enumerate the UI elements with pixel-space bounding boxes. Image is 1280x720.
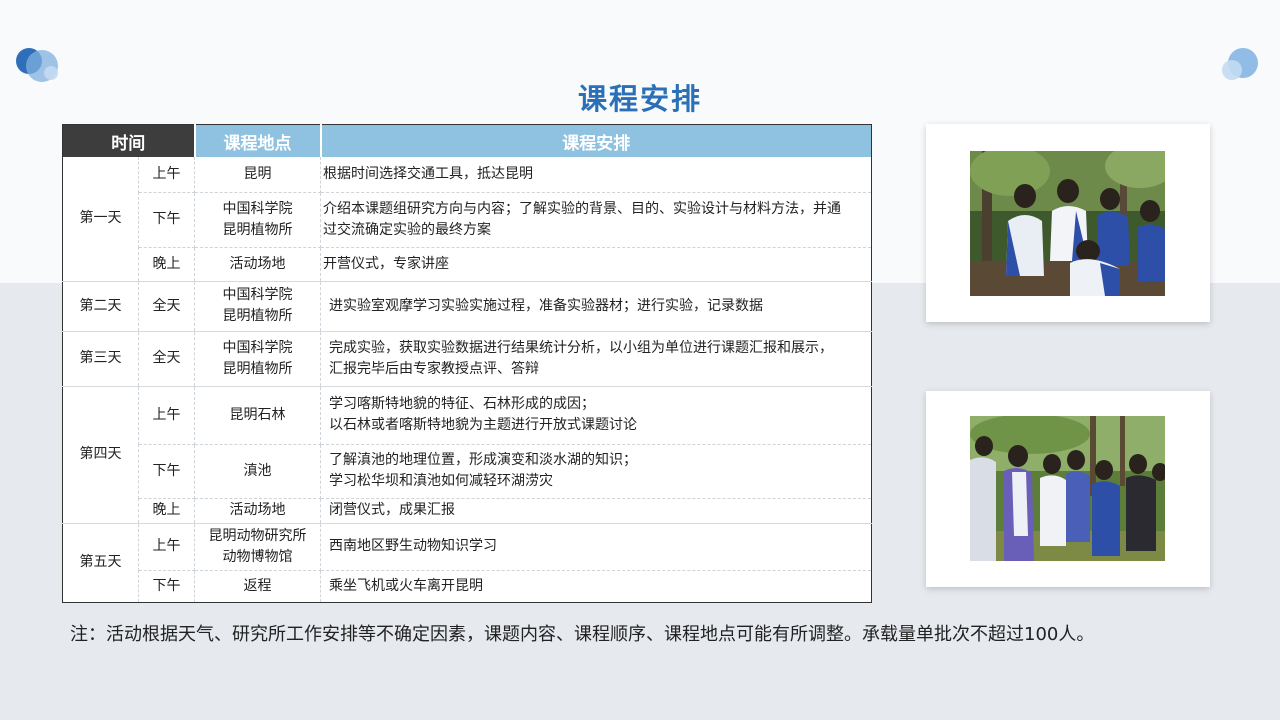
plan-cell: 进实验室观摩学习实验实施过程，准备实验器材；进行实验，记录数据 (320, 281, 872, 332)
table-row: 下午 返程 乘坐飞机或火车离开昆明 (63, 570, 872, 602)
header-time: 时间 (62, 124, 195, 157)
day-label: 第一天 (62, 157, 139, 282)
page-title: 课程安排 (577, 82, 702, 116)
table-row: 下午 中国科学院 昆明植物所 介绍本课题组研究方向与内容；了解实验的背景、目的、实… (63, 192, 872, 248)
table-row: 第五天 上午 昆明动物研究所 动物博物馆 西南地区野生动物知识学习 (62, 523, 872, 602)
slot-cell: 下午 (138, 444, 195, 499)
slot-cell: 晚上 (138, 247, 195, 282)
footnote: 注：活动根据天气、研究所工作安排等不确定因素，课题内容、课程顺序、课程地点可能有… (70, 624, 1095, 645)
day-label: 第二天 (62, 281, 139, 332)
table-header-row: 时间 课程地点 课程安排 (62, 124, 872, 157)
location-cell: 昆明 (194, 157, 321, 193)
location-cell: 中国科学院 昆明植物所 (194, 281, 321, 332)
table-row: 第四天 上午 昆明石林 学习喀斯特地貌的特征、石林形成的成因； 以石林或者喀斯特地… (62, 386, 872, 524)
day-label: 第四天 (62, 386, 139, 524)
header-plan: 课程安排 (319, 124, 872, 157)
plan-cell: 开营仪式，专家讲座 (320, 247, 872, 282)
location-cell: 昆明石林 (194, 386, 321, 445)
location-cell: 中国科学院 昆明植物所 (194, 192, 321, 248)
location-cell: 活动场地 (194, 247, 321, 282)
slot-cell: 下午 (138, 570, 195, 602)
schedule-table: 时间 课程地点 课程安排 第一天 上午 昆明 根据时间选择交通工具，抵达昆明 下… (62, 124, 872, 603)
table-row: 晚上 活动场地 闭营仪式，成果汇报 (63, 498, 872, 524)
photo-students-garden (970, 416, 1165, 561)
plan-cell: 闭营仪式，成果汇报 (320, 498, 872, 524)
location-cell: 活动场地 (194, 498, 321, 524)
plan-cell: 乘坐飞机或火车离开昆明 (320, 570, 872, 602)
plan-cell: 介绍本课题组研究方向与内容；了解实验的背景、目的、实验设计与材料方法，并通 过交流… (320, 192, 872, 248)
plan-cell: 完成实验，获取实验数据进行结果统计分析，以小组为单位进行课题汇报和展示， 汇报完毕… (320, 331, 872, 387)
slot-cell: 晚上 (138, 498, 195, 524)
header-location: 课程地点 (193, 124, 321, 157)
slot-cell: 下午 (138, 192, 195, 248)
table-row: 第二天 全天 中国科学院 昆明植物所 进实验室观摩学习实验实施过程，准备实验器材；… (62, 281, 872, 332)
slot-cell: 上午 (138, 386, 195, 445)
plan-cell: 根据时间选择交通工具，抵达昆明 (320, 157, 872, 193)
table-row: 晚上 活动场地 开营仪式，专家讲座 (63, 247, 872, 282)
day-label: 第三天 (62, 331, 139, 387)
plan-cell: 学习喀斯特地貌的特征、石林形成的成因； 以石林或者喀斯特地貌为主题进行开放式课题讨… (320, 386, 872, 445)
slot-cell: 上午 (138, 523, 195, 571)
photo-frame-1 (926, 124, 1210, 322)
table-row: 第三天 全天 中国科学院 昆明植物所 完成实验，获取实验数据进行结果统计分析，以小… (62, 331, 872, 387)
slot-cell: 全天 (138, 331, 195, 387)
photo-students-forest (970, 151, 1165, 296)
plan-cell: 西南地区野生动物知识学习 (320, 523, 872, 571)
slot-cell: 全天 (138, 281, 195, 332)
plan-cell: 了解滇池的地理位置，形成演变和淡水湖的知识； 学习松华坝和滇池如何减轻环湖涝灾 (320, 444, 872, 499)
slot-cell: 上午 (138, 157, 195, 193)
location-cell: 滇池 (194, 444, 321, 499)
table-row: 第一天 上午 昆明 根据时间选择交通工具，抵达昆明 (62, 157, 872, 282)
location-cell: 中国科学院 昆明植物所 (194, 331, 321, 387)
day-label: 第五天 (62, 523, 139, 602)
table-row: 下午 滇池 了解滇池的地理位置，形成演变和淡水湖的知识； 学习松华坝和滇池如何减轻… (63, 444, 872, 499)
photo-frame-2 (926, 391, 1210, 587)
location-cell: 返程 (194, 570, 321, 602)
location-cell: 昆明动物研究所 动物博物馆 (194, 523, 321, 571)
